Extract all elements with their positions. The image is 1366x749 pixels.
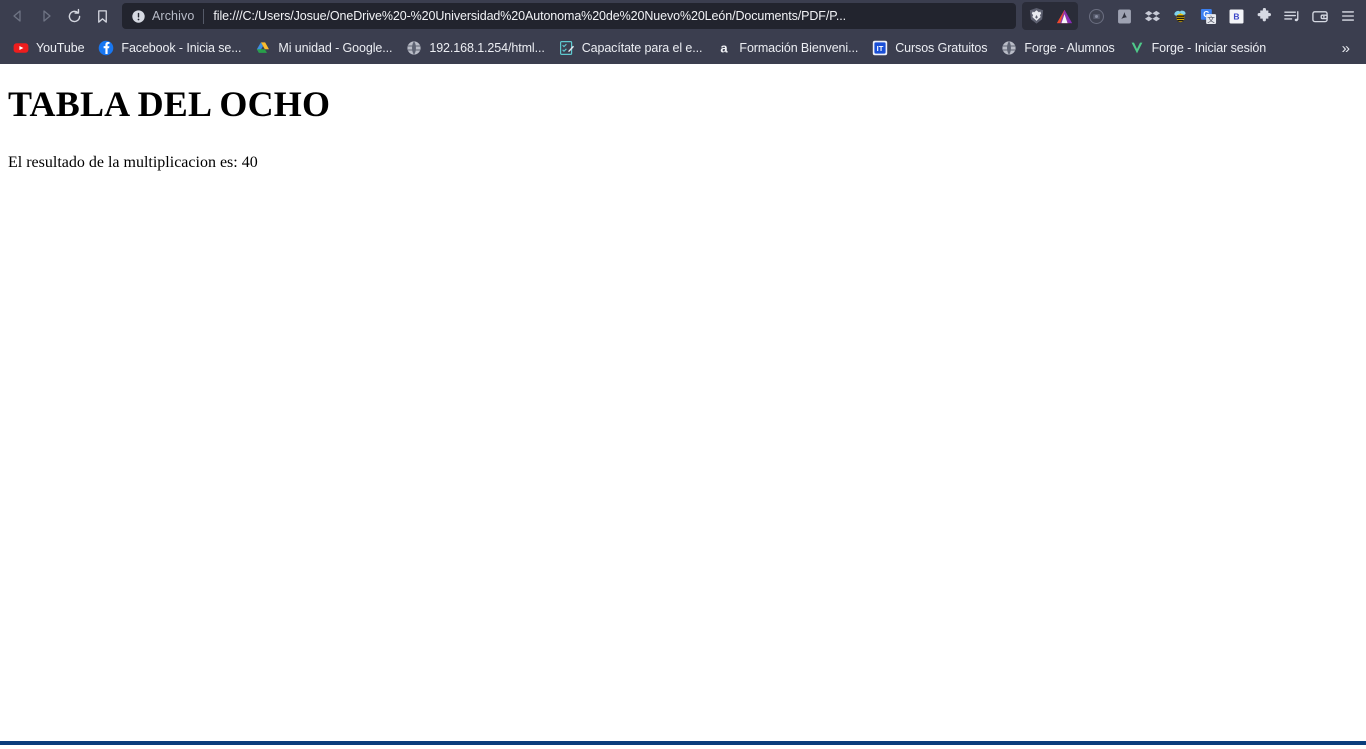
bitwarden-badge-icon: B (1229, 9, 1243, 23)
bookmark-label: Facebook - Inicia se... (121, 41, 242, 55)
bookmark-label: Formación Bienveni... (739, 41, 859, 55)
main-menu-icon[interactable] (1334, 2, 1362, 30)
dropbox-icon[interactable] (1138, 2, 1166, 30)
extensions-puzzle-icon[interactable] (1250, 2, 1278, 30)
bookmark-item-router[interactable]: 192.168.1.254/html... (399, 36, 551, 60)
security-label: Archivo (152, 9, 195, 23)
google-translate-icon[interactable]: G 文 (1194, 2, 1222, 30)
amazon-icon: a (716, 40, 732, 56)
bookmark-label: Capacítate para el e... (581, 41, 703, 55)
google-drive-icon (255, 40, 271, 56)
multiplication-result-text: El resultado de la multiplicacion es: 40 (8, 153, 258, 171)
page-content: TABLA DEL OCHO El resultado de la multip… (0, 84, 1366, 749)
brave-rewards-icon[interactable] (1050, 2, 1078, 30)
brave-wallet-icon[interactable] (1306, 2, 1334, 30)
puzzle-piece-icon (1257, 7, 1271, 21)
honey-bee-icon[interactable] (1166, 2, 1194, 30)
brave-shields-icon[interactable] (1022, 2, 1050, 30)
bookmark-item-amazon[interactable]: a Formación Bienveni... (709, 36, 865, 60)
playlist-music-icon (1284, 10, 1299, 21)
browser-chrome: Archivo file:///C:/Users/Josue/OneDrive%… (0, 0, 1366, 64)
forge-v-icon (1129, 40, 1145, 56)
acrobat-pdf-icon (1117, 9, 1131, 23)
page-title: TABLA DEL OCHO (8, 84, 331, 124)
globe-icon (1001, 40, 1017, 56)
translate-icon: G 文 (1200, 8, 1216, 24)
url-text: file:///C:/Users/Josue/OneDrive%20-%20Un… (213, 9, 846, 23)
bookmark-item-capacitate[interactable]: Capacítate para el e... (552, 36, 710, 60)
bookmarks-overflow-button[interactable]: » (1332, 40, 1360, 57)
bookmark-label: 192.168.1.254/html... (429, 41, 545, 55)
back-button[interactable] (4, 2, 32, 30)
svg-text:文: 文 (1207, 14, 1215, 24)
reload-icon (68, 8, 80, 22)
bookmark-item-forge-login[interactable]: Forge - Iniciar sesión (1122, 36, 1274, 60)
forward-arrow-icon (43, 10, 51, 22)
brave-actions-group (1022, 2, 1078, 30)
svg-text:a: a (721, 40, 729, 55)
bookmark-label: Forge - Iniciar sesión (1151, 41, 1267, 55)
bookmark-item-cursos-gratuitos[interactable]: IT Cursos Gratuitos (865, 36, 994, 60)
address-bar[interactable]: Archivo file:///C:/Users/Josue/OneDrive%… (122, 3, 1016, 29)
dropbox-box-icon (1144, 10, 1160, 21)
brave-lion-shield-icon (1029, 7, 1043, 24)
svg-text:B: B (1233, 11, 1239, 21)
bee-icon (1173, 10, 1186, 22)
wallet-icon (1312, 10, 1328, 22)
playlist-icon[interactable] (1278, 2, 1306, 30)
roblox-extension-icon[interactable] (1082, 2, 1110, 30)
facebook-icon (98, 40, 114, 56)
bookmark-label: YouTube (36, 41, 85, 55)
bitwarden-icon[interactable]: B (1222, 2, 1250, 30)
bookmark-label: Cursos Gratuitos (895, 41, 988, 55)
browser-toolbar: Archivo file:///C:/Users/Josue/OneDrive%… (0, 0, 1366, 32)
bookmarks-bar: YouTube Facebook - Inicia se... Mi unida… (0, 32, 1366, 64)
bookmark-item-youtube[interactable]: YouTube (6, 36, 91, 60)
site-info-icon[interactable] (130, 8, 146, 24)
checklist-icon (559, 40, 575, 56)
bookmark-item-forge-alumnos[interactable]: Forge - Alumnos (994, 36, 1121, 60)
taskbar-edge (0, 741, 1366, 749)
url-divider (203, 8, 205, 24)
bookmark-label: Mi unidad - Google... (278, 41, 393, 55)
youtube-icon (13, 40, 29, 56)
dark-circle-badge-icon (1088, 8, 1104, 24)
forward-button[interactable] (32, 2, 60, 30)
hamburger-menu-icon (1342, 11, 1354, 21)
bookmark-item-google-drive[interactable]: Mi unidad - Google... (248, 36, 399, 60)
bookmark-page-button[interactable] (88, 2, 116, 30)
back-arrow-icon (13, 10, 21, 22)
bookmark-label: Forge - Alumnos (1024, 41, 1115, 55)
toolbar-icon-group: G 文 B (1022, 2, 1362, 30)
info-circle-icon (131, 9, 145, 23)
svg-text:IT: IT (877, 44, 884, 53)
adobe-acrobat-icon[interactable] (1110, 2, 1138, 30)
it-badge-icon: IT (872, 40, 888, 56)
bookmark-item-facebook[interactable]: Facebook - Inicia se... (91, 36, 248, 60)
bookmark-icon (97, 9, 107, 23)
brave-triangle-icon (1056, 9, 1072, 23)
reload-button[interactable] (60, 2, 88, 30)
taskbar-accent-line (0, 741, 1366, 745)
globe-icon (406, 40, 422, 56)
